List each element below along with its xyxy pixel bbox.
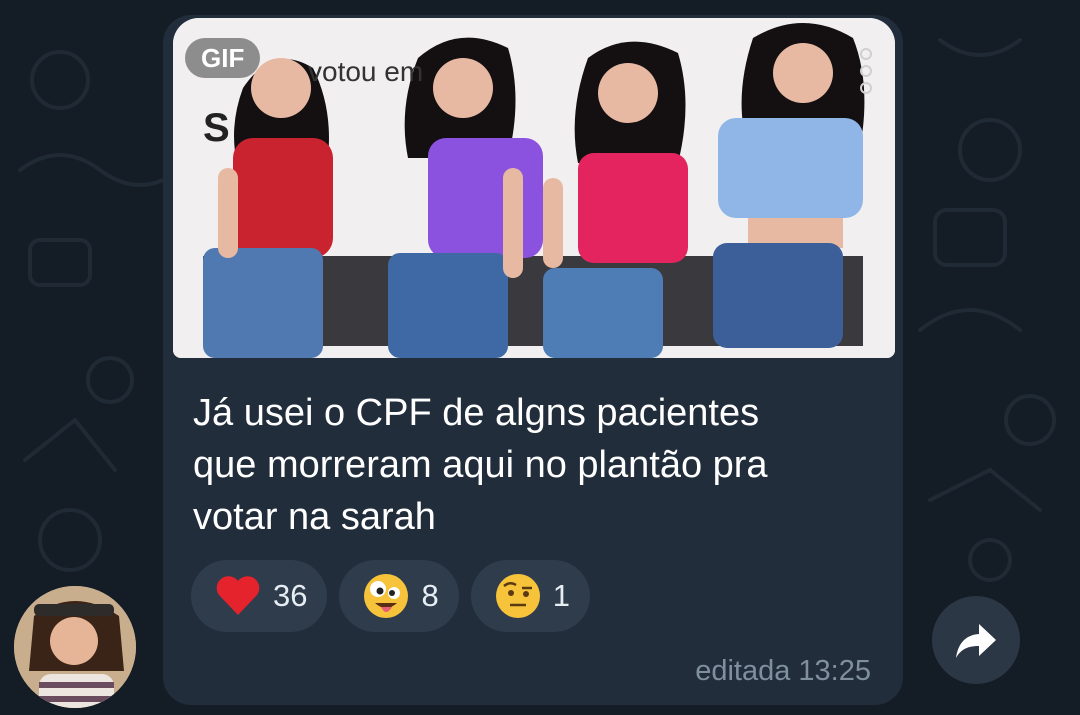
reaction-count: 36 (273, 578, 308, 613)
reaction-heart[interactable]: 36 (191, 560, 328, 632)
reactions-bar: 36 8 1 (191, 560, 590, 632)
sender-avatar[interactable] (14, 586, 136, 708)
zany-face-icon (364, 574, 409, 618)
gif-background-caption: votou em (308, 56, 424, 87)
reaction-raised-eyebrow-face[interactable]: 1 (470, 560, 590, 632)
message-timestamp: editada 13:25 (695, 655, 871, 687)
gif-media[interactable]: votou em S GIF (173, 18, 895, 358)
reaction-count: 8 (421, 578, 439, 613)
avatar-image (14, 586, 136, 708)
gif-badge: GIF (185, 38, 261, 78)
raised-eyebrow-face-icon (495, 574, 540, 618)
message-text: Já usei o CPF de algns pacientes que mor… (193, 392, 768, 538)
message-bubble[interactable]: votou em S GIF Já usei o CPF de algns pa… (163, 15, 903, 705)
gif-frame-image (173, 18, 895, 358)
reaction-zany-face[interactable]: 8 (339, 560, 459, 632)
heart-icon (216, 576, 260, 615)
forward-button[interactable] (932, 596, 1020, 684)
forward-arrow-icon (956, 624, 996, 658)
more-options-icon[interactable] (859, 46, 873, 96)
gif-background-letter: S (203, 106, 230, 150)
reaction-count: 1 (552, 578, 570, 613)
